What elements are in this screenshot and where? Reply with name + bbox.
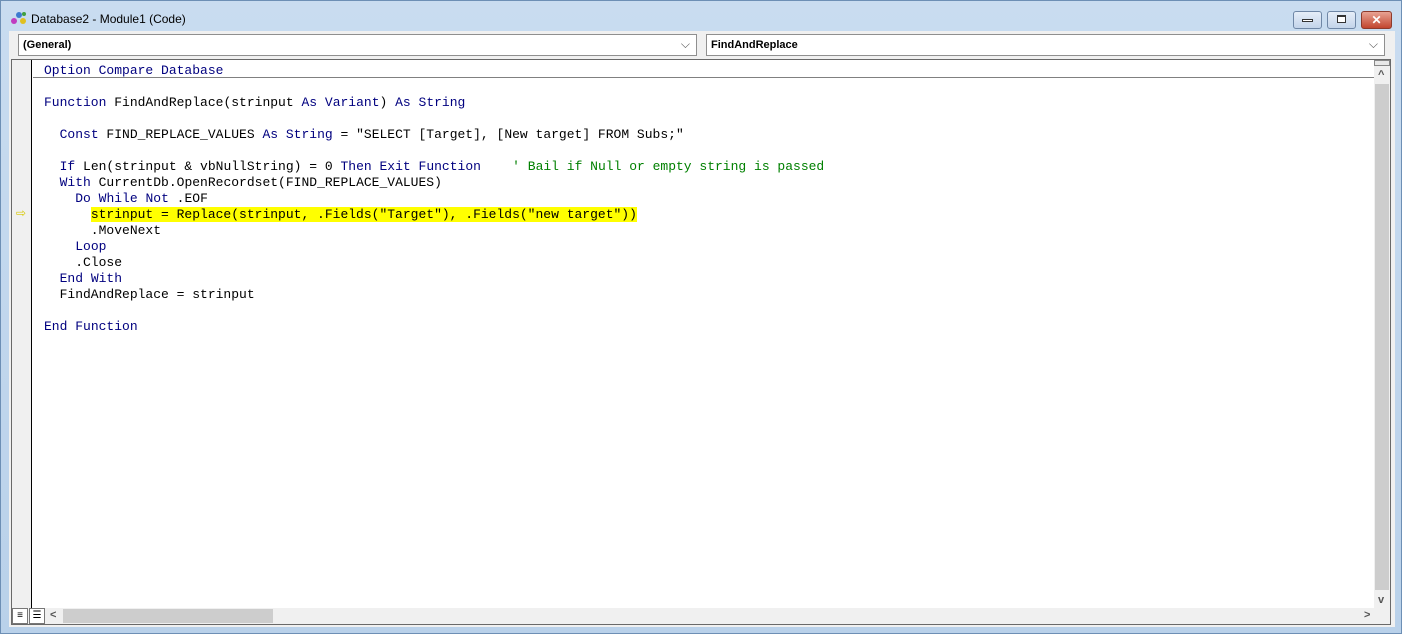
- procedure-combo-value: FindAndReplace: [711, 39, 798, 51]
- maximize-icon: [1337, 15, 1346, 23]
- keyword-token: End: [59, 271, 84, 286]
- margin-indicator-bar[interactable]: ⇨: [12, 60, 32, 610]
- chevron-down-icon: ⌵: [680, 37, 690, 51]
- keyword-token: Do: [75, 191, 91, 206]
- scroll-left-icon[interactable]: <: [50, 609, 56, 621]
- declarations-separator: [33, 77, 1378, 78]
- code-token: FindAndReplace = strinput: [44, 287, 255, 302]
- chevron-down-icon: ⌵: [1368, 37, 1378, 51]
- keyword-token: As: [395, 95, 411, 110]
- code-line[interactable]: End With: [44, 271, 122, 287]
- keyword-token: Exit: [379, 159, 411, 174]
- keyword-token: String: [285, 127, 333, 142]
- procedure-view-icon: ≡: [17, 610, 23, 621]
- code-token: ): [379, 95, 396, 110]
- horizontal-scroll-thumb[interactable]: [63, 609, 273, 623]
- vertical-scrollbar[interactable]: ^ v: [1374, 60, 1390, 610]
- keyword-token: Loop: [75, 239, 107, 254]
- vba-app-icon: [11, 12, 26, 24]
- code-window: Database2 - Module1 (Code) ✕ (General) ⌵ …: [0, 0, 1402, 634]
- keyword-token: Then: [340, 159, 372, 174]
- procedure-view-button[interactable]: ≡: [12, 608, 28, 624]
- code-token: .Close: [44, 255, 123, 270]
- code-line[interactable]: Loop: [44, 239, 106, 255]
- code-pane[interactable]: Option Compare Database Function FindAndR…: [33, 60, 1378, 610]
- keyword-token: Function: [44, 95, 107, 110]
- code-line[interactable]: Do While Not .EOF: [44, 191, 208, 207]
- keyword-token: End: [44, 319, 68, 334]
- keyword-token: Not: [145, 191, 169, 206]
- keyword-token: With: [59, 175, 91, 190]
- procedure-combo[interactable]: FindAndReplace ⌵: [706, 34, 1385, 56]
- minimize-icon: [1302, 19, 1313, 22]
- keyword-token: Const: [59, 127, 99, 142]
- object-combo[interactable]: (General) ⌵: [18, 34, 697, 56]
- keyword-token: Option Compare Database: [44, 63, 224, 78]
- code-token: FIND_REPLACE_VALUES: [98, 127, 263, 142]
- code-token: FindAndReplace(strinput: [106, 95, 302, 110]
- full-module-view-icon: ☰: [32, 610, 42, 621]
- code-line[interactable]: If Len(strinput & vbNullString) = 0 Then…: [44, 159, 825, 175]
- keyword-token: As: [301, 95, 318, 110]
- object-combo-value: (General): [23, 39, 72, 51]
- full-module-view-button[interactable]: ☰: [29, 608, 45, 624]
- scroll-down-icon[interactable]: v: [1378, 594, 1384, 606]
- keyword-token: If: [59, 159, 76, 174]
- keyword-token: String: [418, 95, 466, 110]
- scroll-up-icon[interactable]: ^: [1378, 69, 1384, 81]
- scroll-right-icon[interactable]: >: [1364, 609, 1370, 621]
- code-line[interactable]: End Function: [44, 319, 138, 335]
- code-line[interactable]: With CurrentDb.OpenRecordset(FIND_REPLAC…: [44, 175, 442, 191]
- keyword-token: As: [262, 127, 279, 142]
- minimize-button[interactable]: [1293, 11, 1322, 29]
- comment-token: ' Bail if Null or empty string is passed: [512, 159, 825, 174]
- horizontal-scrollbar[interactable]: ≡ ☰ < >: [12, 608, 1390, 624]
- code-token: .MoveNext: [44, 223, 162, 238]
- code-line[interactable]: .Close: [44, 255, 122, 271]
- split-bar[interactable]: [1374, 60, 1390, 66]
- close-button[interactable]: ✕: [1361, 11, 1392, 29]
- code-line[interactable]: strinput = Replace(strinput, .Fields("Ta…: [44, 207, 637, 223]
- close-icon: ✕: [1371, 13, 1382, 27]
- maximize-button[interactable]: [1327, 11, 1356, 29]
- window-title: Database2 - Module1 (Code): [31, 12, 186, 26]
- code-token: CurrentDb.OpenRecordset(FIND_REPLACE_VAL…: [90, 175, 442, 190]
- code-token: Len(strinput & vbNullString) = 0: [75, 159, 341, 174]
- keyword-token: Variant: [324, 95, 380, 110]
- code-line[interactable]: Function FindAndReplace(strinput As Vari…: [44, 95, 465, 111]
- code-line[interactable]: Const FIND_REPLACE_VALUES As String = "S…: [44, 127, 684, 143]
- code-editor[interactable]: ⇨ Option Compare Database Function FindAn…: [11, 59, 1391, 625]
- code-token: .EOF: [168, 191, 208, 206]
- code-line[interactable]: Option Compare Database: [44, 63, 223, 79]
- vertical-scroll-thumb[interactable]: [1375, 84, 1389, 590]
- keyword-token: Function: [75, 319, 138, 334]
- keyword-token: While: [98, 191, 138, 206]
- keyword-token: With: [90, 271, 123, 286]
- code-line[interactable]: .MoveNext: [44, 223, 161, 239]
- keyword-token: Function: [418, 159, 481, 174]
- execution-point-arrow-icon: ⇨: [16, 206, 27, 220]
- code-line[interactable]: FindAndReplace = strinput: [44, 287, 255, 303]
- code-token: = "SELECT [Target], [New target] FROM Su…: [332, 127, 684, 142]
- highlighted-statement: strinput = Replace(strinput, .Fields("Ta…: [90, 207, 637, 222]
